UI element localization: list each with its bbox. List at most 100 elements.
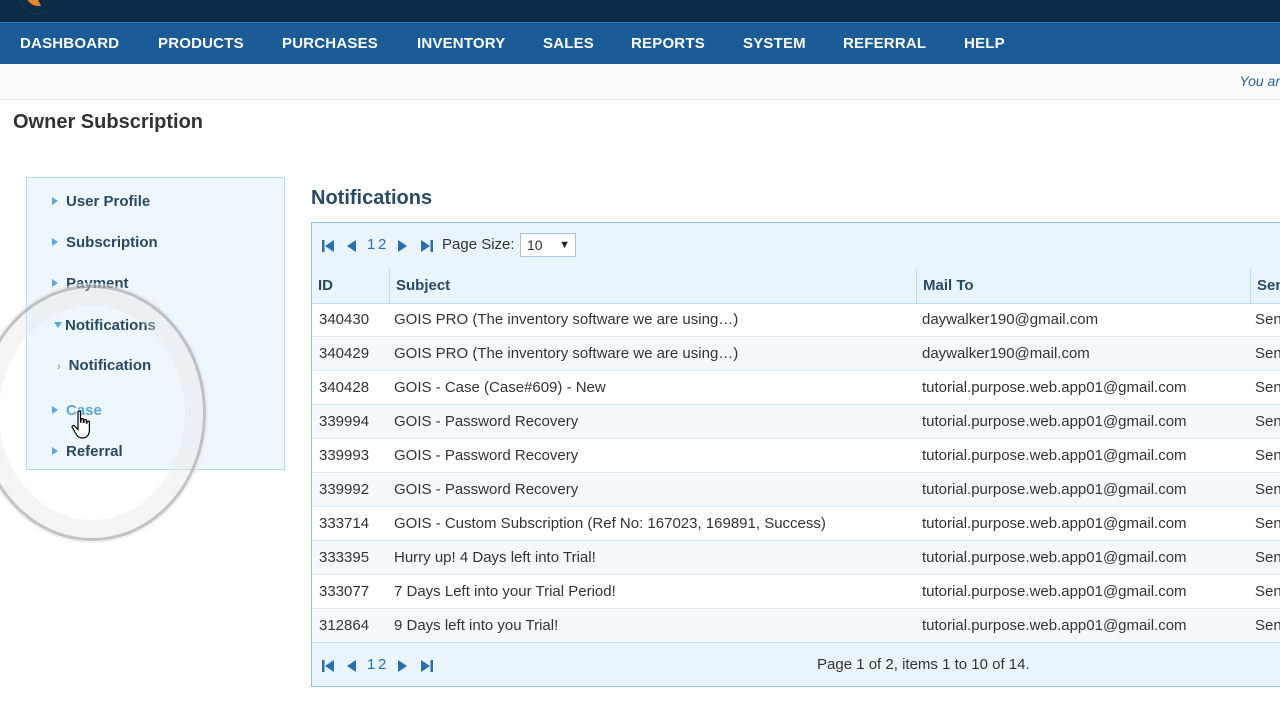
app-logo[interactable] [18, 0, 64, 14]
cell-subject: GOIS - Password Recovery [394, 481, 579, 498]
page-number-1[interactable]: 1 [367, 236, 375, 253]
cell-id: 339992 [319, 481, 370, 498]
cell-subject: GOIS PRO (The inventory software we are … [394, 345, 739, 362]
sidebar-item-label: User Profile [66, 193, 151, 210]
nav-purchases[interactable]: PURCHASES [282, 23, 378, 65]
table-row[interactable]: 333714 GOIS - Custom Subscription (Ref N… [312, 507, 1280, 541]
page-number-1[interactable]: 1 [367, 656, 375, 673]
sidebar-item-label: Payment [66, 275, 129, 292]
cell-subject: GOIS - Password Recovery [394, 413, 579, 430]
cell-subject: GOIS - Case (Case#609) - New [394, 379, 606, 396]
pager-bottom: 1 2 Page 1 of 2, items 1 to 10 of 14. [312, 642, 1280, 686]
cell-subject: GOIS - Custom Subscription (Ref No: 1670… [394, 515, 826, 532]
cell-sent: Sen [1255, 311, 1280, 328]
table-row[interactable]: 339994 GOIS - Password Recovery tutorial… [312, 405, 1280, 439]
notifications-heading: Notifications [311, 187, 433, 209]
page-info: Page 1 of 2, items 1 to 10 of 14. [817, 656, 1030, 673]
triangle-right-icon [52, 279, 58, 288]
cell-sent: Sen [1255, 481, 1280, 498]
cell-subject: GOIS - Password Recovery [394, 447, 579, 464]
col-header-sent[interactable]: Sen [1250, 269, 1280, 303]
cell-mail-to: tutorial.purpose.web.app01@gmail.com [922, 583, 1187, 600]
cell-mail-to: tutorial.purpose.web.app01@gmail.com [922, 549, 1187, 566]
page-size-select[interactable]: 10 ▼ [520, 233, 576, 257]
sidebar-item-label: Subscription [66, 234, 158, 251]
cell-id: 339994 [319, 413, 370, 430]
triangle-right-icon [52, 447, 58, 456]
cell-mail-to: tutorial.purpose.web.app01@gmail.com [922, 447, 1187, 464]
prev-page-icon[interactable] [346, 659, 358, 673]
col-header-subject[interactable]: Subject [389, 269, 916, 303]
page-number-2[interactable]: 2 [378, 656, 386, 673]
next-page-icon[interactable] [396, 659, 408, 673]
cell-id: 333077 [319, 583, 370, 600]
sidebar-subitem-notification[interactable]: › Notification [57, 357, 151, 374]
table-row[interactable]: 333077 7 Days Left into your Trial Perio… [312, 575, 1280, 609]
cell-mail-to: daywalker190@mail.com [922, 345, 1090, 362]
col-header-mail-to[interactable]: Mail To [916, 269, 1250, 303]
cell-mail-to: daywalker190@gmail.com [922, 311, 1099, 328]
table-row[interactable]: 333395 Hurry up! 4 Days left into Trial!… [312, 541, 1280, 575]
cell-sent: Sen [1255, 515, 1280, 532]
info-bar: You ar [0, 64, 1280, 100]
cell-id: 333714 [319, 515, 370, 532]
cell-id: 339993 [319, 447, 370, 464]
page-size-label: Page Size: [442, 236, 515, 253]
first-page-icon[interactable] [321, 659, 335, 673]
prev-page-icon[interactable] [346, 239, 358, 253]
sidebar-item-case[interactable]: Case [52, 399, 102, 423]
nav-reports[interactable]: REPORTS [631, 23, 705, 65]
page-number-2[interactable]: 2 [378, 236, 386, 253]
sidebar-item-label: Referral [66, 443, 123, 460]
table-row[interactable]: 340430 GOIS PRO (The inventory software … [312, 303, 1280, 337]
nav-dashboard[interactable]: DASHBOARD [20, 23, 119, 65]
cell-subject: Hurry up! 4 Days left into Trial! [394, 549, 596, 566]
cell-subject: GOIS PRO (The inventory software we are … [394, 311, 739, 328]
sidebar-subitem-label: Notification [68, 357, 152, 374]
col-header-id[interactable]: ID [312, 269, 389, 303]
cell-sent: Sen [1255, 617, 1280, 634]
cell-sent: Sen [1255, 549, 1280, 566]
next-page-icon[interactable] [396, 239, 408, 253]
cell-mail-to: tutorial.purpose.web.app01@gmail.com [922, 379, 1187, 396]
nav-sales[interactable]: SALES [543, 23, 594, 65]
notifications-grid: 1 2 Page Size: 10 ▼ ID Subject Mail To S… [311, 222, 1280, 687]
top-bar [0, 0, 1280, 22]
nav-help[interactable]: HELP [964, 23, 1005, 65]
cell-id: 333395 [319, 549, 370, 566]
cell-subject: 7 Days Left into your Trial Period! [394, 583, 616, 600]
triangle-right-icon [52, 197, 58, 206]
table-row[interactable]: 339992 GOIS - Password Recovery tutorial… [312, 473, 1280, 507]
pager-top: 1 2 Page Size: 10 ▼ [312, 223, 1280, 270]
sidebar-item-user-profile[interactable]: User Profile [52, 190, 150, 214]
sidebar-item-payment[interactable]: Payment [52, 272, 129, 296]
cell-id: 312864 [319, 617, 370, 634]
sidebar-item-referral[interactable]: Referral [52, 440, 123, 464]
page-title: Owner Subscription [13, 111, 204, 133]
page-size-value: 10 [527, 237, 543, 253]
triangle-right-icon [52, 238, 58, 247]
nav-products[interactable]: PRODUCTS [158, 23, 244, 65]
first-page-icon[interactable] [321, 239, 335, 253]
cell-sent: Sen [1255, 413, 1280, 430]
cell-mail-to: tutorial.purpose.web.app01@gmail.com [922, 481, 1187, 498]
nav-referral[interactable]: REFERRAL [843, 23, 926, 65]
last-page-icon[interactable] [420, 659, 434, 673]
table-row[interactable]: 312864 9 Days left into you Trial! tutor… [312, 609, 1280, 642]
cell-id: 340430 [319, 311, 370, 328]
welcome-text: You ar [1239, 73, 1280, 89]
nav-inventory[interactable]: INVENTORY [417, 23, 505, 65]
cell-mail-to: tutorial.purpose.web.app01@gmail.com [922, 617, 1187, 634]
cell-mail-to: tutorial.purpose.web.app01@gmail.com [922, 515, 1187, 532]
sidebar-item-subscription[interactable]: Subscription [52, 231, 158, 255]
sidebar-item-label: Notifications [65, 317, 156, 334]
sidebar: User Profile Subscription Payment Notifi… [26, 177, 285, 470]
main-nav: DASHBOARD PRODUCTS PURCHASES INVENTORY S… [0, 22, 1280, 64]
table-row[interactable]: 340429 GOIS PRO (The inventory software … [312, 337, 1280, 371]
sidebar-item-notifications[interactable]: Notifications [54, 314, 156, 338]
cell-mail-to: tutorial.purpose.web.app01@gmail.com [922, 413, 1187, 430]
table-row[interactable]: 339993 GOIS - Password Recovery tutorial… [312, 439, 1280, 473]
last-page-icon[interactable] [420, 239, 434, 253]
nav-system[interactable]: SYSTEM [743, 23, 806, 65]
table-row[interactable]: 340428 GOIS - Case (Case#609) - New tuto… [312, 371, 1280, 405]
